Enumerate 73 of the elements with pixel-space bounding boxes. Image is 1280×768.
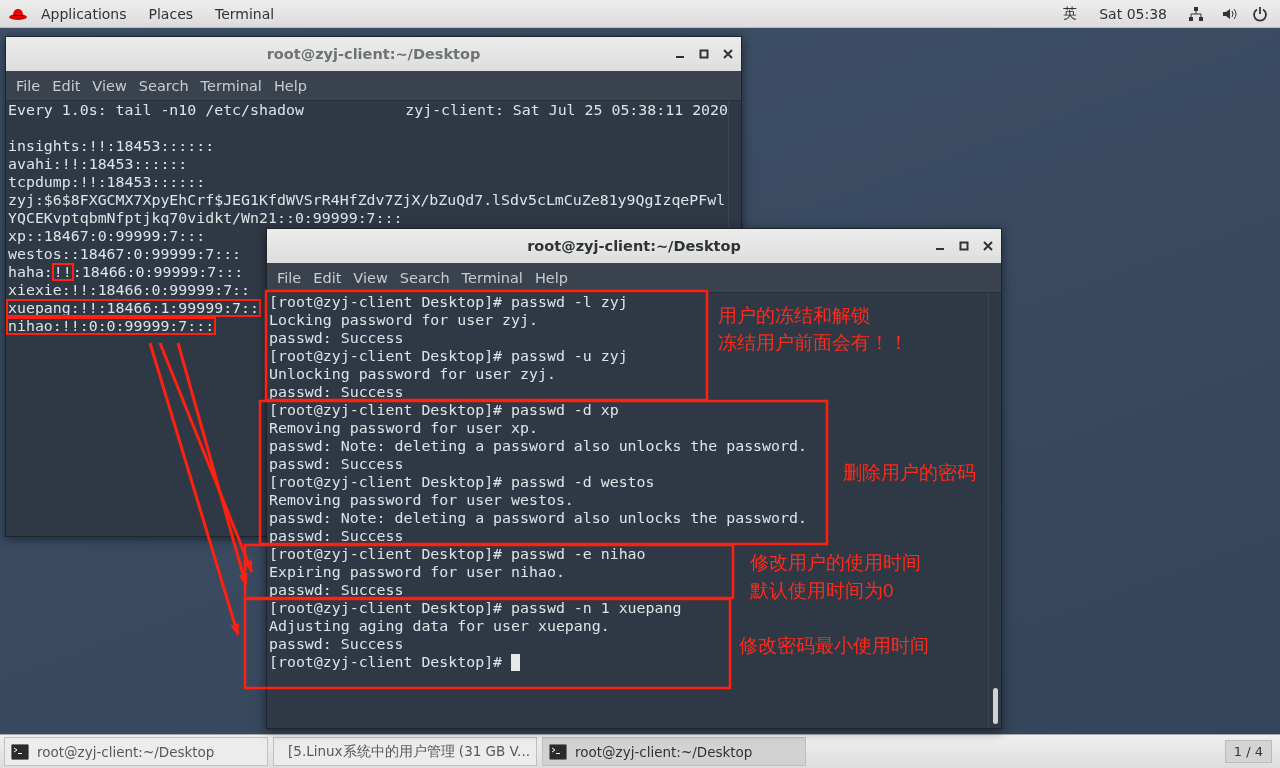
menu-item[interactable]: Terminal — [455, 269, 529, 286]
menu-item[interactable]: Search — [393, 269, 456, 286]
terminal-line: passwd: Success — [269, 581, 404, 599]
terminal-line: passwd: Success — [269, 527, 404, 545]
annotation-text: 删除用户的密码 — [843, 461, 976, 485]
taskbar-item[interactable]: root@zyj-client:~/Desktop — [542, 737, 806, 766]
taskbar-item[interactable]: root@zyj-client:~/Desktop — [4, 737, 268, 766]
terminal-line: passwd: Success — [269, 383, 404, 401]
power-icon[interactable] — [1252, 5, 1268, 22]
top-menu-item[interactable]: Terminal — [206, 5, 284, 22]
workspace-indicator[interactable]: 1 / 4 — [1224, 740, 1272, 763]
terminal-line: Every 1.0s: tail -n10 /etc/shadow — [8, 101, 304, 119]
terminal-line: Removing password for user xp. — [269, 419, 538, 437]
terminal-line: [root@zyj-client Desktop]# passwd -d xp — [269, 401, 619, 419]
annotation-text: 冻结用户前面会有！！ — [718, 331, 908, 355]
menu-item[interactable]: File — [10, 77, 47, 94]
terminal-line: Adjusting aging data for user xuepang. — [269, 617, 610, 635]
clock[interactable]: Sat 05:38 — [1090, 5, 1176, 22]
terminal-line: [root@zyj-client Desktop]# passwd -u zyj — [269, 347, 628, 365]
terminal-line: passwd: Success — [269, 455, 404, 473]
top-menu-item[interactable]: Applications — [32, 5, 136, 22]
close-icon[interactable] — [723, 49, 733, 59]
annotation-text: 用户的冻结和解锁 — [718, 304, 870, 328]
maximize-icon[interactable] — [959, 241, 969, 251]
terminal-line: passwd: Success — [269, 635, 404, 653]
terminal-line: Locking password for user zyj. — [269, 311, 538, 329]
input-method-indicator[interactable]: 英 — [1054, 4, 1087, 23]
terminal-line: [root@zyj-client Desktop]# passwd -n 1 xuepang — [269, 599, 682, 617]
annotation-text: 默认使用时间为0 — [750, 579, 894, 603]
terminal-icon — [11, 743, 29, 760]
terminal-line: avahi:!!:18453:::::: — [8, 155, 188, 173]
terminal-line: Unlocking password for user zyj. — [269, 365, 556, 383]
terminal-line: westos::18467:0:99999:7::: — [8, 245, 242, 263]
menu-item[interactable]: View — [347, 269, 394, 286]
hat-icon[interactable] — [8, 6, 28, 21]
terminal-line: xiexie:!!:18466:0:99999:7:: — [8, 281, 251, 299]
menu-item[interactable]: Help — [528, 269, 574, 286]
terminal-line: YQCEKvptqbmNfptjkq70vidkt/Wn21::0:99999:7::: — [8, 209, 403, 227]
terminal-line: Expiring password for user nihao. — [269, 563, 565, 581]
taskbar-item[interactable]: [5.Linux系统中的用户管理 (31 GB V... — [273, 737, 537, 766]
menu-item[interactable]: Edit — [307, 269, 348, 286]
terminal-line: [root@zyj-client Desktop]# — [269, 653, 504, 671]
network-icon[interactable] — [1188, 5, 1204, 22]
terminal-line: [root@zyj-client Desktop]# passwd -d westos — [269, 473, 655, 491]
menu-item[interactable]: Search — [132, 77, 195, 94]
top-menu-item[interactable]: Places — [139, 5, 203, 22]
terminal-line: zyj:$6$8FXGCMX7XpyEhCrf$JEG1KfdWVSrR4HfZdv7ZjX/bZuQd7.lSdv5cLmCuZe81y9QgIzqePFwl — [8, 191, 726, 209]
annotation-text: 修改密码最小使用时间 — [739, 634, 929, 658]
terminal-line: insights:!!:18453:::::: — [8, 137, 215, 155]
maximize-icon[interactable] — [699, 49, 709, 59]
terminal-line: xuepang:!!:18466:1:99999:7:: — [8, 301, 260, 315]
terminal-line: tcpdump:!!:18453:::::: — [8, 173, 206, 191]
menu-item[interactable]: View — [86, 77, 133, 94]
window-title: root@zyj-client:~/Desktop — [527, 238, 741, 254]
terminal-line: nihao:!!:0:0:99999:7::: — [8, 319, 215, 333]
terminal-line: passwd: Note: deleting a password also unlocks the password. — [269, 437, 807, 455]
annotation-text: 修改用户的使用时间 — [750, 551, 921, 575]
terminal-line: Removing password for user westos. — [269, 491, 574, 509]
menu-item[interactable]: Help — [267, 77, 313, 94]
terminal-line: [root@zyj-client Desktop]# passwd -l zyj — [269, 293, 628, 311]
terminal-line: zyj-client: Sat Jul 25 05:38:11 2020 — [405, 101, 728, 119]
window-title: root@zyj-client:~/Desktop — [266, 46, 481, 62]
terminal-line: haha:!!:18466:0:99999:7::: — [8, 263, 244, 281]
scrollbar-thumb[interactable] — [992, 688, 998, 724]
menu-item[interactable]: Edit — [46, 77, 87, 94]
terminal-line: passwd: Success — [269, 329, 404, 347]
terminal-line: [root@zyj-client Desktop]# passwd -e nihao — [269, 545, 646, 563]
terminal-icon — [549, 743, 567, 760]
menu-item[interactable]: Terminal — [194, 77, 268, 94]
menu-item[interactable]: File — [271, 269, 308, 286]
terminal-line: xp::18467:0:99999:7::: — [8, 227, 206, 245]
terminal-line: passwd: Note: deleting a password also unlocks the password. — [269, 509, 807, 527]
close-icon[interactable] — [983, 241, 993, 251]
